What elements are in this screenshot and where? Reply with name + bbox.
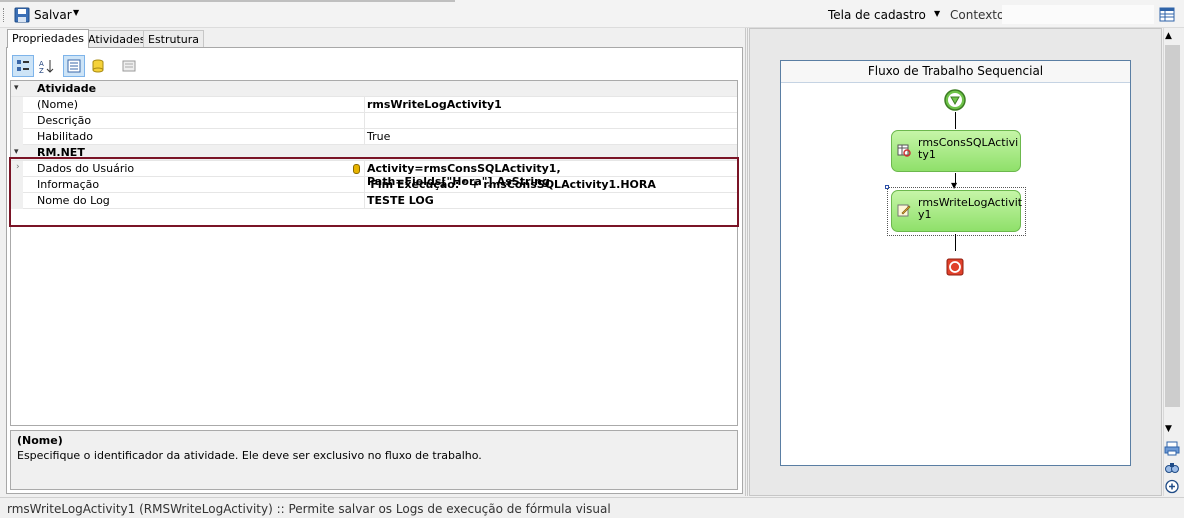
tab-propriedades[interactable]: Propriedades xyxy=(7,29,89,48)
save-button[interactable]: Salvar xyxy=(34,8,72,22)
save-icon[interactable] xyxy=(14,7,30,23)
categorized-icon xyxy=(17,60,29,71)
description-title: (Nome) xyxy=(17,434,63,447)
property-value[interactable]: True xyxy=(367,130,390,143)
categorized-view-button[interactable] xyxy=(12,55,34,77)
toolbar-grip[interactable] xyxy=(3,8,6,22)
events-view-button[interactable] xyxy=(87,55,109,77)
screen-select-chevron-icon[interactable]: ▼ xyxy=(934,9,940,18)
collapse-icon[interactable]: ▾ xyxy=(14,147,19,157)
workflow-canvas[interactable]: Fluxo de Trabalho Sequencial rmsConsSQLA… xyxy=(780,60,1131,466)
property-grid: ▾ Atividade (Nome) rmsWriteLogActivity1 … xyxy=(10,80,738,426)
description-box: (Nome) Especifique o identificador da at… xyxy=(10,430,738,490)
property-pages-icon xyxy=(122,60,136,72)
property-pages-button[interactable] xyxy=(118,55,140,77)
scroll-up-icon[interactable]: ▲ xyxy=(1165,31,1172,41)
tab-estrutura[interactable]: Estrutura xyxy=(143,30,205,48)
write-log-icon xyxy=(897,204,911,217)
connector-line xyxy=(955,112,956,129)
property-name: (Nome) xyxy=(37,98,79,111)
sort-alphabetical-button[interactable]: A Z xyxy=(36,55,58,77)
property-name: Habilitado xyxy=(37,130,93,143)
collapse-icon[interactable]: ▾ xyxy=(14,83,19,93)
status-text: rmsWriteLogActivity1 (RMSWriteLogActivit… xyxy=(7,502,611,516)
screen-select[interactable]: Tela de cadastro xyxy=(828,8,926,22)
context-label: Contexto: xyxy=(950,8,1009,22)
connector-line xyxy=(955,234,956,251)
tab-atividades[interactable]: Atividades xyxy=(83,30,151,48)
selection-handle[interactable] xyxy=(885,185,889,189)
property-row-nome[interactable]: (Nome) rmsWriteLogActivity1 xyxy=(11,97,737,113)
properties-view-button[interactable] xyxy=(63,55,85,77)
status-bar: rmsWriteLogActivity1 (RMSWriteLogActivit… xyxy=(0,497,1184,518)
property-grid-toolbar: A Z xyxy=(12,55,162,77)
start-icon[interactable] xyxy=(943,88,967,112)
stop-icon[interactable] xyxy=(946,258,964,276)
find-icon[interactable] xyxy=(1164,460,1180,475)
sql-query-icon xyxy=(897,144,911,157)
database-icon xyxy=(92,59,104,73)
sort-az-icon: A Z xyxy=(39,60,54,73)
property-row-descricao[interactable]: Descrição xyxy=(11,113,737,129)
context-field[interactable] xyxy=(1002,5,1154,24)
property-value[interactable]: rmsWriteLogActivity1 xyxy=(367,98,502,111)
panel-splitter[interactable] xyxy=(745,28,748,496)
scroll-thumb[interactable] xyxy=(1165,45,1180,407)
description-text: Especifique o identificador da atividade… xyxy=(17,449,482,462)
category-atividade[interactable]: ▾ Atividade xyxy=(11,81,737,97)
svg-text:Z: Z xyxy=(39,67,44,73)
save-dropdown-icon[interactable]: ▼ xyxy=(73,8,79,17)
property-row-habilitado[interactable]: Habilitado True xyxy=(11,129,737,145)
property-name: Descrição xyxy=(37,114,92,127)
table-view-icon[interactable] xyxy=(1159,7,1175,22)
print-icon[interactable] xyxy=(1164,441,1180,456)
zoom-in-icon[interactable] xyxy=(1164,479,1180,494)
workflow-title: Fluxo de Trabalho Sequencial xyxy=(781,61,1130,83)
activity-rmswritelog[interactable]: rmsWriteLogActivit y1 xyxy=(891,190,1022,232)
highlight-box xyxy=(9,157,739,227)
activity-rmsconssql[interactable]: rmsConsSQLActivi ty1 xyxy=(891,130,1021,172)
scroll-down-icon[interactable]: ▼ xyxy=(1165,424,1172,434)
properties-list-icon xyxy=(67,59,81,73)
